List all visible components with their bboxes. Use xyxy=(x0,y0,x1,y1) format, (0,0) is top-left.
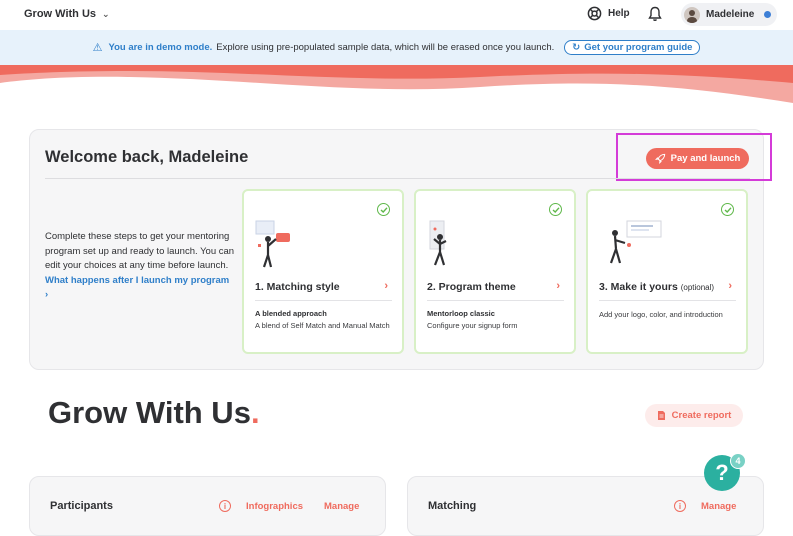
panel-title: Participants xyxy=(50,500,113,512)
manage-matching-link[interactable]: Manage xyxy=(701,501,736,512)
step-description: Configure your signup form xyxy=(427,321,518,330)
matching-illustration xyxy=(255,220,290,268)
step-make-it-yours[interactable]: 3. Make it yours (optional) › Add your l… xyxy=(586,189,748,354)
document-icon xyxy=(657,411,665,420)
chevron-down-icon: ⌄ xyxy=(102,8,110,19)
infographics-link[interactable]: Infographics xyxy=(246,501,303,512)
intro-copy: Complete these steps to get your mentori… xyxy=(45,231,235,271)
theme-illustration xyxy=(429,220,447,266)
step-subtitle: A blended approach xyxy=(255,309,327,318)
brand-name: Grow With Us xyxy=(24,8,97,20)
pay-and-launch-button[interactable]: Pay and launch xyxy=(646,148,749,169)
step-title-text: 3. Make it yours xyxy=(599,281,678,293)
lifebuoy-icon xyxy=(587,6,602,21)
help-label: Help xyxy=(608,8,630,19)
divider xyxy=(427,300,564,301)
user-name: Madeleine xyxy=(706,9,755,20)
warning-icon: ⚠ xyxy=(92,42,103,54)
check-icon xyxy=(377,203,390,216)
bell-icon xyxy=(648,6,662,22)
step-title: 1. Matching style xyxy=(255,281,340,293)
panel-title: Matching xyxy=(428,500,477,512)
customize-illustration xyxy=(609,220,662,264)
step-subtitle: Mentorloop classic xyxy=(427,309,495,318)
top-bar: Grow With Us ⌄ Help Madeleine xyxy=(0,0,793,30)
notifications-button[interactable] xyxy=(648,6,662,27)
participants-panel: Participants i Infographics Manage xyxy=(29,476,386,536)
info-icon[interactable]: i xyxy=(219,500,231,512)
create-report-button[interactable]: Create report xyxy=(645,404,743,427)
rocket-icon xyxy=(654,153,665,164)
step-matching-style[interactable]: 1. Matching style › A blended approach A… xyxy=(242,189,404,354)
user-menu[interactable]: Madeleine xyxy=(681,3,777,26)
step-title: 3. Make it yours (optional) xyxy=(599,281,714,293)
check-icon xyxy=(721,203,734,216)
divider xyxy=(255,300,392,301)
welcome-title: Welcome back, Madeleine xyxy=(45,148,249,166)
help-button[interactable]: Help xyxy=(587,6,630,21)
pay-and-launch-label: Pay and launch xyxy=(670,153,741,164)
check-icon xyxy=(549,203,562,216)
status-dot xyxy=(764,11,772,18)
decorative-wave xyxy=(0,65,793,103)
chevron-right-icon: › xyxy=(384,280,388,292)
step-description: A blend of Self Match and Manual Match xyxy=(255,321,390,330)
rocket-icon: ↻ xyxy=(572,42,581,53)
welcome-card: Welcome back, Madeleine Pay and launch C… xyxy=(29,129,772,370)
demo-message: Explore using pre-populated sample data,… xyxy=(216,42,555,53)
program-name: Grow With Us xyxy=(48,395,251,430)
manage-participants-link[interactable]: Manage xyxy=(324,501,359,512)
program-switcher[interactable]: Grow With Us ⌄ xyxy=(24,8,110,20)
program-guide-label: Get your program guide xyxy=(584,42,693,53)
page-title: Grow With Us. xyxy=(48,395,260,431)
chevron-right-icon: › xyxy=(556,280,560,292)
avatar xyxy=(684,6,700,23)
step-description: Add your logo, color, and introduction xyxy=(599,310,723,319)
optional-label: (optional) xyxy=(680,283,715,292)
title-dot: . xyxy=(250,395,260,430)
launch-info-link[interactable]: What happens after I launch my program › xyxy=(45,274,235,303)
step-title: 2. Program theme xyxy=(427,281,516,293)
launch-highlight: Pay and launch xyxy=(616,133,772,181)
divider xyxy=(45,178,750,179)
demo-banner: ⚠ You are in demo mode. Explore using pr… xyxy=(0,30,793,65)
question-icon: ? xyxy=(715,460,729,485)
create-report-label: Create report xyxy=(671,410,732,421)
divider xyxy=(599,300,736,301)
chevron-right-icon: › xyxy=(728,280,732,292)
info-icon[interactable]: i xyxy=(674,500,686,512)
step-program-theme[interactable]: 2. Program theme › Mentorloop classic Co… xyxy=(414,189,576,354)
program-guide-button[interactable]: ↻ Get your program guide xyxy=(564,40,701,55)
intro-text: Complete these steps to get your mentori… xyxy=(45,230,235,303)
notification-badge: 4 xyxy=(730,453,746,469)
demo-mode-label: You are in demo mode. xyxy=(108,42,213,53)
